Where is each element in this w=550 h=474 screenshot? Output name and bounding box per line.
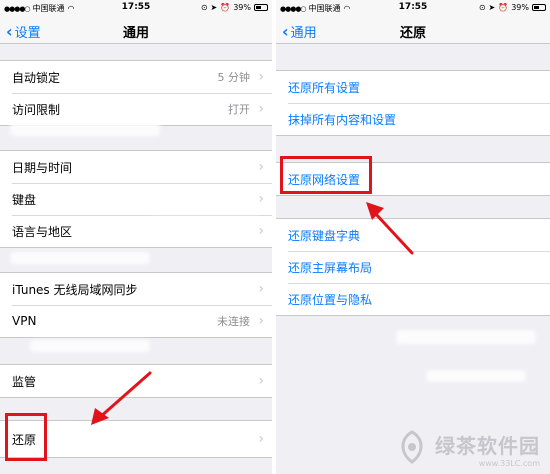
chevron-right-icon: › (258, 281, 264, 297)
row-label: VPN (12, 314, 37, 328)
row-label: 自动锁定 (12, 70, 61, 85)
row-label: 日期与时间 (12, 160, 73, 175)
location-icon: ➤ (210, 2, 218, 12)
orientation-lock-icon: ⊙ (200, 2, 208, 12)
general-settings-screen: ●●●●○ 中国联通 ◠ 17:55 ⊙ ➤ ⏰ 39% ‹ 设置 通用 自动锁… (0, 0, 272, 474)
back-button-settings[interactable]: ‹ 设置 (6, 22, 41, 41)
back-button-label: 通用 (290, 26, 317, 41)
orientation-lock-icon: ⊙ (478, 2, 486, 12)
page-title: 还原 (399, 26, 426, 41)
chevron-right-icon: › (258, 431, 264, 447)
row-value: 打开 (228, 103, 250, 116)
row-label: 访问限制 (12, 102, 61, 117)
blur-smudge (10, 252, 150, 264)
reset-group-all: 还原所有设置 抹掉所有内容和设置 (276, 70, 550, 136)
page-title: 通用 (122, 26, 149, 41)
row-label: 抹掉所有内容和设置 (288, 112, 397, 127)
reset-location-privacy-button[interactable]: 还原位置与隐私 (276, 283, 550, 315)
leaf-logo-icon (401, 430, 423, 464)
back-button-label: 设置 (14, 26, 41, 41)
blur-smudge (426, 370, 526, 382)
chevron-left-icon: ‹ (6, 21, 13, 41)
battery-percent: 39% (511, 3, 529, 12)
blur-smudge (396, 330, 536, 344)
settings-group-regional: 日期与时间 › 键盘 › 语言与地区 › (0, 150, 272, 248)
red-arrow-icon (91, 371, 152, 425)
status-bar: ●●●●○ 中国联通 ◠ 17:55 ⊙ ➤ ⏰ 39% (0, 0, 272, 16)
row-restrictions[interactable]: 访问限制 打开 › (0, 93, 272, 125)
battery-percent: 39% (233, 3, 251, 12)
highlight-box-reset (5, 413, 47, 461)
watermark-brand: 绿茶软件园 (435, 434, 540, 458)
row-date-time[interactable]: 日期与时间 › (0, 151, 272, 183)
highlight-box-reset-network (280, 156, 372, 194)
chevron-left-icon: ‹ (282, 21, 289, 41)
row-label: 还原位置与隐私 (288, 292, 373, 307)
status-bar: ●●●●○ 中国联通 ◠ 17:55 ⊙ ➤ ⏰ 39% (276, 0, 550, 16)
navigation-bar: ‹ 设置 通用 (0, 16, 272, 44)
chevron-right-icon: › (258, 313, 264, 329)
chevron-right-icon: › (258, 373, 264, 389)
settings-group-lock: 自动锁定 5 分钟 › 访问限制 打开 › (0, 60, 272, 126)
blur-smudge (30, 340, 150, 352)
erase-all-content-button[interactable]: 抹掉所有内容和设置 (276, 103, 550, 135)
row-label: 语言与地区 (12, 224, 73, 239)
settings-group-network: iTunes 无线局域网同步 › VPN 未连接 › (0, 272, 272, 338)
row-vpn[interactable]: VPN 未连接 › (0, 305, 272, 337)
blur-smudge (10, 122, 160, 136)
back-button-general[interactable]: ‹ 通用 (282, 22, 317, 41)
row-value: 5 分钟 (217, 71, 251, 84)
chevron-right-icon: › (258, 159, 264, 175)
alarm-icon: ⏰ (220, 2, 231, 12)
row-auto-lock[interactable]: 自动锁定 5 分钟 › (0, 61, 272, 93)
blur-smudge (150, 200, 260, 214)
row-label: 键盘 (12, 192, 37, 207)
row-label: 还原主屏幕布局 (288, 260, 373, 275)
reset-all-settings-button[interactable]: 还原所有设置 (276, 71, 550, 103)
row-itunes-wifi-sync[interactable]: iTunes 无线局域网同步 › (0, 273, 272, 305)
watermark: 绿茶软件园 www.33LC.com (401, 430, 540, 468)
watermark-url: www.33LC.com (478, 459, 540, 468)
navigation-bar: ‹ 通用 还原 (276, 16, 550, 44)
alarm-icon: ⏰ (498, 2, 509, 12)
chevron-right-icon: › (258, 69, 264, 85)
reset-settings-screen: ●●●●○ 中国联通 ◠ 17:55 ⊙ ➤ ⏰ 39% ‹ 通用 还原 还原所… (276, 0, 550, 474)
chevron-right-icon: › (258, 101, 264, 117)
row-label: 还原键盘字典 (288, 228, 361, 243)
row-label: iTunes 无线局域网同步 (12, 282, 138, 297)
battery-icon (532, 4, 546, 11)
row-language-region[interactable]: 语言与地区 › (0, 215, 272, 247)
row-value: 未连接 (217, 315, 250, 328)
red-arrow-icon (366, 202, 414, 255)
battery-icon (254, 4, 268, 11)
chevron-right-icon: › (258, 223, 264, 239)
row-label: 还原所有设置 (288, 80, 361, 95)
row-label: 监管 (12, 374, 37, 389)
location-icon: ➤ (488, 2, 496, 12)
